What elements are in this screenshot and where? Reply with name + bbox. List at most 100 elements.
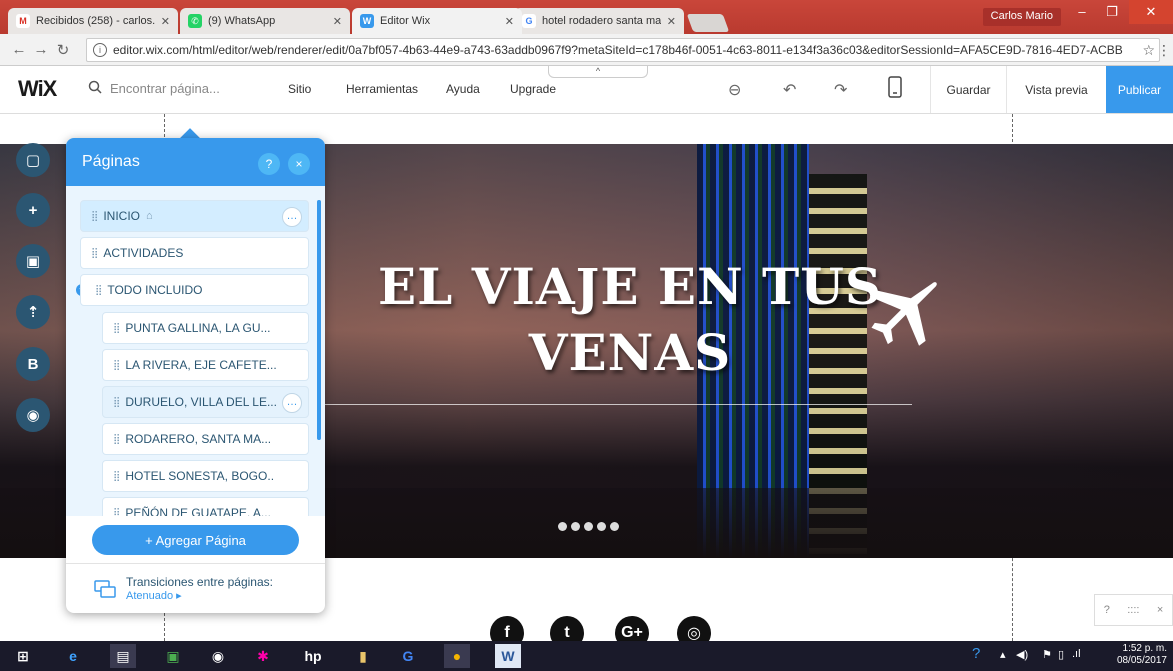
preview-button[interactable]: Vista previa: [1006, 66, 1106, 113]
flag-icon[interactable]: ⚑: [1042, 648, 1052, 661]
close-tab-icon[interactable]: ✕: [667, 15, 676, 28]
profile-button[interactable]: Carlos Mario: [982, 8, 1061, 26]
save-button[interactable]: Guardar: [930, 66, 1006, 113]
clock[interactable]: 1:52 p. m. 08/05/2017: [1117, 643, 1167, 667]
pages-tool-icon[interactable]: ▢: [16, 143, 50, 177]
signal-icon[interactable]: .ıl: [1072, 648, 1081, 660]
tray-arrow-icon[interactable]: ▴: [1000, 648, 1006, 661]
volume-icon[interactable]: ◀): [1016, 648, 1028, 661]
maximize-icon[interactable]: ❐: [1097, 4, 1127, 20]
photos-app-icon[interactable]: ✱: [250, 644, 276, 668]
close-tab-icon[interactable]: ✕: [161, 15, 170, 28]
app-market-icon[interactable]: ▣: [16, 244, 50, 278]
page-settings-button[interactable]: …: [282, 207, 302, 227]
page-transitions[interactable]: Transiciones entre páginas: Atenuado ▸: [66, 563, 325, 613]
tab-gmail[interactable]: M Recibidos (258) - carlos. ✕: [8, 8, 178, 34]
zoom-icon[interactable]: ⊖: [728, 80, 741, 100]
reload-icon[interactable]: ↻: [52, 41, 74, 59]
close-panel-button[interactable]: ×: [288, 153, 310, 175]
page-item-la-rivera[interactable]: ⣿ LA RIVERA, EJE CAFETE...: [102, 349, 309, 381]
page-label: PUNTA GALLINA, LA GU...: [125, 321, 271, 335]
tab-editor-wix[interactable]: W Editor Wix ✕: [352, 8, 522, 34]
close-icon[interactable]: ×: [1157, 604, 1163, 616]
mini-help-widget[interactable]: ? :::: ×: [1094, 594, 1173, 626]
menu-herramientas[interactable]: Herramientas: [346, 82, 418, 96]
mobile-view-icon[interactable]: [888, 76, 902, 103]
internet-explorer-icon[interactable]: e: [60, 644, 86, 668]
undo-icon[interactable]: ↶: [783, 80, 796, 100]
menu-sitio[interactable]: Sitio: [288, 82, 311, 96]
close-window-icon[interactable]: ✕: [1129, 0, 1173, 24]
drag-handle-icon[interactable]: ⣿: [91, 211, 98, 222]
chat-icon[interactable]: ◉: [16, 398, 50, 432]
minimize-icon[interactable]: –: [1067, 4, 1097, 19]
drag-handle-icon[interactable]: ⣿: [113, 434, 120, 445]
drag-handle-icon[interactable]: ⣿: [95, 285, 102, 296]
help-button[interactable]: ?: [258, 153, 280, 175]
tab-google-search[interactable]: G hotel rodadero santa ma ✕: [514, 8, 684, 34]
new-tab-button[interactable]: [686, 14, 730, 32]
forward-icon[interactable]: →: [30, 41, 52, 58]
page-item-duruelo[interactable]: ⣿ DURUELO, VILLA DEL LE... …: [102, 386, 309, 418]
menu-upgrade[interactable]: Upgrade: [510, 82, 556, 96]
battery-icon[interactable]: ▯: [1058, 648, 1064, 661]
drag-handle-icon[interactable]: ⣿: [113, 360, 120, 371]
transitions-value[interactable]: Atenuado ▸: [126, 589, 273, 602]
file-explorer-icon[interactable]: ▤: [110, 644, 136, 668]
drag-handle-icon[interactable]: ⣿: [113, 397, 120, 408]
add-tool-icon[interactable]: +: [16, 193, 50, 227]
page-item-inicio[interactable]: ⣿ INICIO ⌂ …: [80, 200, 309, 232]
url-input[interactable]: i editor.wix.com/html/editor/web/rendere…: [86, 38, 1160, 62]
page-item-punta-gallina[interactable]: ⣿ PUNTA GALLINA, LA GU...: [102, 312, 309, 344]
page-settings-button[interactable]: …: [282, 393, 302, 413]
upload-icon[interactable]: ⇡: [16, 295, 50, 329]
add-page-button[interactable]: + Agregar Página: [92, 525, 299, 555]
wix-logo[interactable]: WiX: [18, 76, 57, 102]
tab-whatsapp[interactable]: ✆ (9) WhatsApp ✕: [180, 8, 350, 34]
bookmark-star-icon[interactable]: ☆: [1142, 42, 1155, 59]
drag-handle-icon[interactable]: ⣿: [113, 471, 120, 482]
slide-dot[interactable]: [610, 522, 619, 531]
slide-dot[interactable]: [597, 522, 606, 531]
windows-taskbar: ⊞ e ▤ ▣ ◉ ✱ hp ▮ G ● W ? ▴ ◀) ⚑ ▯ .ıl 1:…: [0, 641, 1173, 671]
chrome-icon[interactable]: ●: [444, 644, 470, 668]
collapse-topbar-button[interactable]: ^: [548, 66, 648, 78]
blog-icon[interactable]: B: [16, 347, 50, 381]
publish-button[interactable]: Publicar: [1106, 66, 1173, 113]
find-page-search[interactable]: Encontrar página...: [88, 80, 220, 97]
page-item-rodarero[interactable]: ⣿ RODARERO, SANTA MA...: [102, 423, 309, 455]
slideshow-dots[interactable]: [558, 522, 619, 531]
info-icon[interactable]: i: [93, 43, 107, 57]
page-item-penon-de-guatape[interactable]: ⣿ PEÑÓN DE GUATAPE, A...: [102, 497, 309, 516]
page-item-todo-incluido[interactable]: ⣿ TODO INCLUIDO: [80, 274, 309, 306]
scrollbar-thumb[interactable]: [317, 200, 321, 440]
drag-handle-icon[interactable]: ⣿: [91, 248, 98, 259]
word-icon[interactable]: W: [495, 644, 521, 668]
google-icon[interactable]: G: [395, 644, 421, 668]
help-tray-icon[interactable]: ?: [972, 645, 980, 662]
drag-handle-icon[interactable]: ⣿: [113, 323, 120, 334]
browser-menu-icon[interactable]: ⋮: [1157, 42, 1171, 59]
redo-icon[interactable]: ↷: [834, 80, 847, 100]
slide-dot[interactable]: [558, 522, 567, 531]
slide-dot[interactable]: [571, 522, 580, 531]
airplane-icon[interactable]: [860, 272, 942, 354]
page-label: TODO INCLUIDO: [107, 283, 203, 297]
page-label: DURUELO, VILLA DEL LE...: [125, 395, 277, 409]
hero-title[interactable]: EL VIAJE EN TUS VENAS: [330, 254, 930, 386]
page-item-hotel-sonesta[interactable]: ⣿ HOTEL SONESTA, BOGO..: [102, 460, 309, 492]
webcam-icon[interactable]: ◉: [205, 644, 231, 668]
drag-handle-icon[interactable]: ⣿: [113, 508, 120, 517]
drag-handle-icon[interactable]: ::::: [1127, 604, 1139, 616]
hp-icon[interactable]: hp: [300, 644, 326, 668]
menu-ayuda[interactable]: Ayuda: [446, 82, 480, 96]
page-item-actividades[interactable]: ⣿ ACTIVIDADES: [80, 237, 309, 269]
close-tab-icon[interactable]: ✕: [505, 15, 514, 28]
help-icon[interactable]: ?: [1104, 604, 1110, 616]
back-icon[interactable]: ←: [8, 41, 30, 58]
windows-start-icon[interactable]: ⊞: [10, 644, 36, 668]
slide-dot[interactable]: [584, 522, 593, 531]
notes-icon[interactable]: ▮: [350, 644, 376, 668]
store-icon[interactable]: ▣: [160, 644, 186, 668]
close-tab-icon[interactable]: ✕: [333, 15, 342, 28]
